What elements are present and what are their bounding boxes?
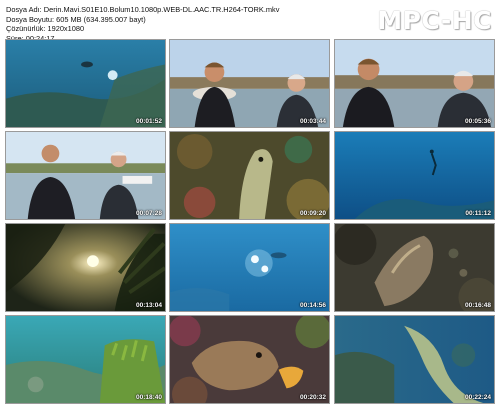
thumbnail-7: 00:13:04	[5, 223, 166, 312]
thumbnail-3: 00:05:36	[334, 39, 495, 128]
moray-eel-image	[170, 132, 329, 219]
underwater-scene-image	[6, 40, 165, 127]
timestamp: 00:13:04	[135, 302, 162, 309]
thumbnail-1: 00:01:52	[5, 39, 166, 128]
presenters-shore-image	[6, 132, 165, 219]
resolution-text: Çözünürlük: 1920x1080	[6, 24, 85, 34]
scorpionfish-image	[335, 224, 494, 311]
file-size-text: Dosya Boyutu: 605 MB (634.395.007 bayt)	[6, 14, 146, 24]
thumbnail-6: 00:11:12	[334, 131, 495, 220]
timestamp: 00:05:36	[464, 118, 491, 125]
timestamp: 00:07:28	[135, 210, 162, 217]
file-info-panel: Dosya Adı: Derin.Mavi.S01E10.Bolum10.108…	[6, 5, 279, 43]
thumbnail-9: 00:16:48	[334, 223, 495, 312]
diver-lights-image	[170, 224, 329, 311]
thumbnail-12: 00:22:24	[334, 315, 495, 404]
thumbnail-8: 00:14:56	[169, 223, 330, 312]
timestamp: 00:09:20	[299, 210, 326, 217]
thumbnail-5: 00:09:20	[169, 131, 330, 220]
timestamp: 00:20:32	[299, 394, 326, 401]
grouper-reef-image	[170, 316, 329, 403]
mpc-hc-logo: MPC-HC	[377, 6, 492, 35]
thumbnail-11: 00:20:32	[169, 315, 330, 404]
timestamp: 00:22:24	[464, 394, 491, 401]
presenters-closeup-image	[335, 40, 494, 127]
seabed-weed-image	[6, 316, 165, 403]
blue-water-diver-image	[335, 132, 494, 219]
timestamp: 00:18:40	[135, 394, 162, 401]
file-name-text: Dosya Adı: Derin.Mavi.S01E10.Bolum10.108…	[6, 5, 280, 14]
timestamp: 00:11:12	[465, 210, 491, 217]
presenters-scene-image	[170, 40, 329, 127]
timestamp: 00:01:52	[135, 118, 162, 125]
moray-reef-image	[335, 316, 494, 403]
thumbnail-4: 00:07:28	[5, 131, 166, 220]
timestamp: 00:14:56	[299, 302, 326, 309]
timestamp: 00:03:44	[299, 118, 326, 125]
thumbnail-10: 00:18:40	[5, 315, 166, 404]
thumbnail-2: 00:03:44	[169, 39, 330, 128]
surface-sun-image	[6, 224, 165, 311]
timestamp: 00:16:48	[464, 302, 491, 309]
